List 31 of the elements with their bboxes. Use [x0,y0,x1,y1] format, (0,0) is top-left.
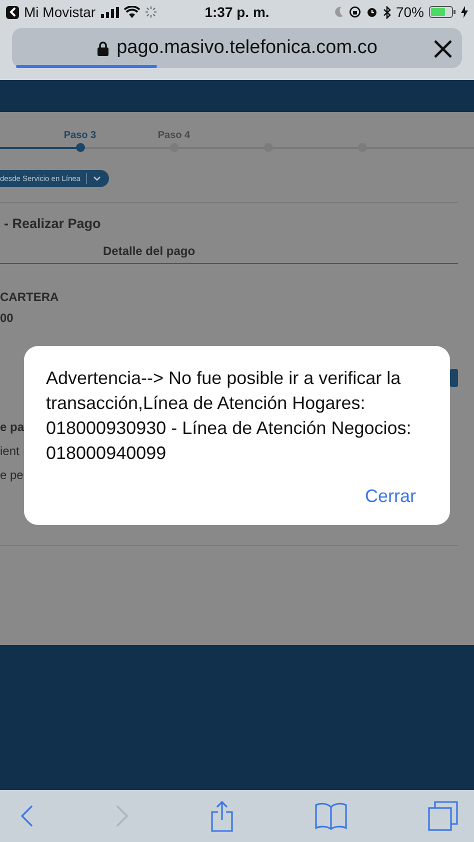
battery-percentage: 70% [396,4,424,20]
padlock-icon [96,40,109,56]
alert-message: Advertencia--> No fue posible ir a verificar la transacción,Línea de Atención Hogares: 018000930930 - Línea de Atención Negocios: 018000940099 [46,367,412,465]
page-url: pago.masivo.telefonica.com.co [116,37,378,59]
bluetooth-icon [382,6,391,18]
tabs-button[interactable] [426,799,460,833]
loading-spinner-icon [144,6,157,18]
section-title: Detalle del pago [103,244,196,258]
close-button[interactable] [432,38,454,60]
battery-icon [429,6,456,18]
detail-text: 00 [0,311,14,325]
detail-text: CARTERA [0,290,60,304]
option-text: e pe [0,468,24,482]
address-bar[interactable]: pago.masivo.telefonica.com.co [12,28,462,68]
clock-time: 1:37 p. m. [204,4,270,20]
moon-icon [334,6,344,18]
close-alert-button[interactable]: Cerrar [364,486,416,507]
alarm-clock-icon [366,6,378,18]
step-label: Paso 4 [156,130,192,141]
signal-icon [100,6,119,18]
page-heading: - Realizar Pago [4,216,102,231]
wifi-icon [124,6,140,18]
carrier-name: Mi Movistar [24,4,96,20]
bookmarks-button[interactable] [313,800,349,832]
step-label: Paso 3 [62,130,98,141]
chevron-down-icon [93,176,102,180]
rotation-lock-icon [348,6,361,18]
option-text: e pa [0,420,24,434]
share-button[interactable] [208,798,236,834]
charging-bolt-icon [461,6,468,18]
option-text: ient [0,444,20,458]
